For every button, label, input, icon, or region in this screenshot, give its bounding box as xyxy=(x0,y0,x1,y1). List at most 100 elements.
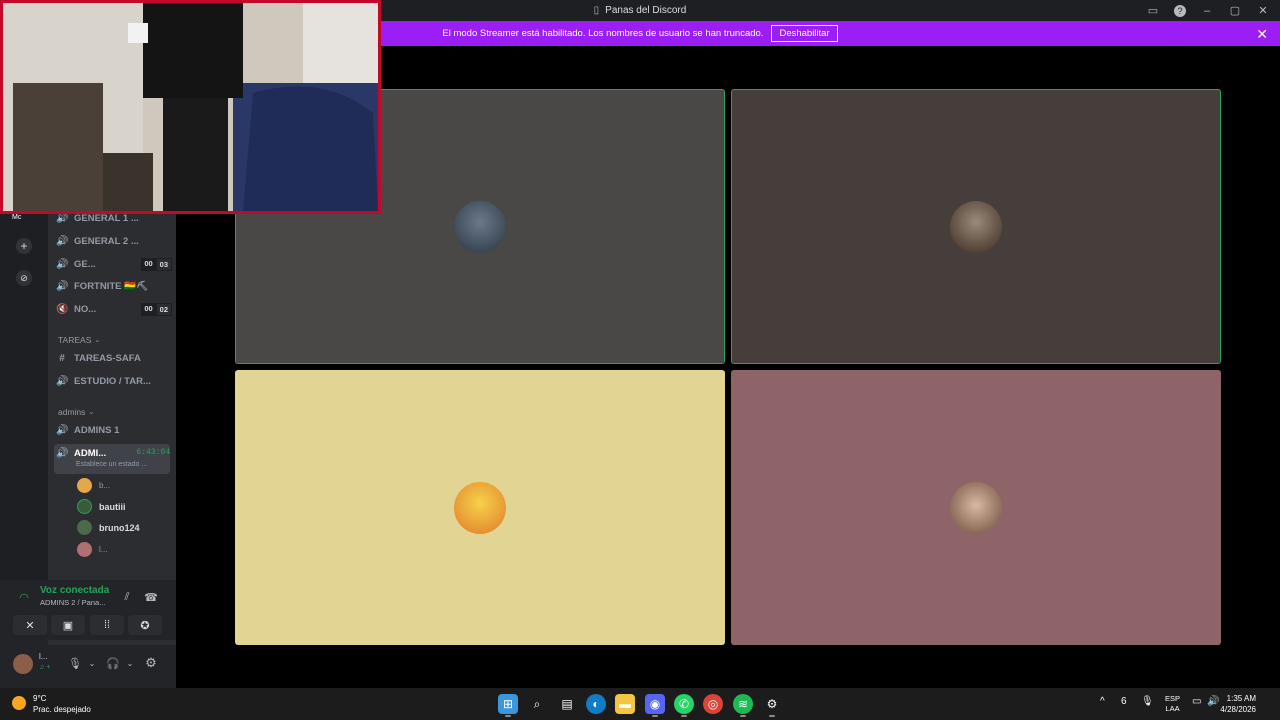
language-indicator[interactable]: ESP LAA xyxy=(1165,694,1180,714)
channel-no[interactable]: 🔇 NO... 00 02 xyxy=(56,299,172,319)
taskbar xyxy=(0,688,1280,720)
channel-admins-2-active[interactable]: 🔊 ADMI... 6:43:04 Establece un estado ..… xyxy=(54,444,170,474)
channel-fortnite[interactable]: 🔊 FORTNITE 🇧🇴⛏ xyxy=(56,276,172,296)
channel-name: TAREAS-SAFA xyxy=(74,352,141,364)
weather-desc[interactable]: Prac. despejado xyxy=(33,705,91,714)
close-icon[interactable]: ✕ xyxy=(1256,26,1268,43)
spotify-icon[interactable]: ≋ xyxy=(733,694,753,714)
gear-app-icon[interactable]: ⚙ xyxy=(762,694,782,714)
avatar xyxy=(950,481,1002,534)
clock[interactable]: 1:35 AM 4/28/2026 xyxy=(1220,693,1256,715)
channel-name: GE... xyxy=(74,258,96,270)
noise-suppression-icon[interactable]: ⫽ xyxy=(120,590,134,604)
window-title: Panas del Discord xyxy=(605,5,687,16)
keyboard-layout: LAA xyxy=(1165,704,1180,713)
channel-tareas-safa[interactable]: # TAREAS-SAFA xyxy=(56,348,172,368)
edge-icon[interactable]: ◐ xyxy=(586,694,606,714)
clock-date: 4/28/2026 xyxy=(1220,705,1256,714)
channel-name: ADMI... xyxy=(74,448,107,459)
network-icon[interactable]: ▭ xyxy=(1192,696,1201,707)
chrome-icon[interactable]: ◎ xyxy=(703,694,723,714)
banner-message: El modo Streamer está habilitado. Los no… xyxy=(442,28,764,39)
speaker-icon: 🔊 xyxy=(56,212,69,224)
signal-icon[interactable]: ◠ xyxy=(17,590,31,604)
microphone-icon[interactable]: 🎙 xyxy=(1141,696,1154,707)
channel-status[interactable]: Establece un estado ... xyxy=(76,461,147,468)
server-abbrev[interactable]: Mc xyxy=(12,214,21,221)
speaker-icon: 🔊 xyxy=(56,235,69,247)
discord-icon[interactable]: ◉ xyxy=(645,694,665,714)
volume-icon[interactable]: 🔊 xyxy=(1207,696,1219,707)
channel-name: FORTNITE 🇧🇴⛏ xyxy=(74,280,149,292)
voice-member[interactable]: bruno124 xyxy=(77,520,140,535)
video-tile[interactable] xyxy=(731,370,1221,645)
avatar xyxy=(77,542,92,557)
maximize-icon[interactable]: ▢ xyxy=(1228,4,1242,18)
channel-name: ADMINS 1 xyxy=(74,424,120,436)
webcam-overlay xyxy=(0,0,381,214)
whatsapp-icon[interactable]: ✆ xyxy=(674,694,694,714)
channel-name: NO... xyxy=(74,303,97,315)
channel-admins-1[interactable]: 🔊 ADMINS 1 xyxy=(56,420,172,440)
video-tile[interactable] xyxy=(731,89,1221,364)
member-name: bautiii xyxy=(99,501,126,512)
screen-share-button[interactable]: ▣ xyxy=(51,615,85,635)
soundboard-button[interactable]: ✪ xyxy=(128,615,162,635)
start-icon[interactable]: ⊞ xyxy=(498,694,518,714)
category-label: TAREAS xyxy=(58,335,92,345)
user-name[interactable]: l... xyxy=(39,652,47,661)
running-indicator xyxy=(681,715,687,717)
add-server-icon[interactable]: + xyxy=(16,238,32,254)
voice-member[interactable]: b... xyxy=(77,478,110,493)
weather-icon[interactable] xyxy=(12,696,26,710)
gear-icon[interactable]: ⚙ xyxy=(144,655,158,670)
help-icon[interactable]: ? xyxy=(1174,4,1186,17)
voice-member[interactable]: bautiii xyxy=(77,499,126,514)
user-count: 00 xyxy=(141,257,156,271)
activities-button[interactable]: ⁞⁞ xyxy=(90,615,124,635)
chevron-down-icon[interactable]: ⌄ xyxy=(85,656,99,670)
member-name: b... xyxy=(99,481,111,490)
disable-streamer-button[interactable]: Deshabilitar xyxy=(771,25,838,42)
close-icon[interactable]: ✕ xyxy=(1256,4,1270,18)
channel-ge[interactable]: 🔊 GE... 00 03 xyxy=(56,254,172,274)
user-count: 00 xyxy=(141,302,156,316)
voice-member[interactable]: l... xyxy=(77,542,107,557)
channel-name: GENERAL 1 ... xyxy=(74,212,139,224)
category-tareas[interactable]: TAREAS ⌄ xyxy=(58,335,100,345)
tray-expand-icon[interactable]: ^ xyxy=(1100,696,1105,707)
member-name: l... xyxy=(99,545,108,554)
avatar xyxy=(77,478,92,493)
inbox-icon[interactable]: ▭ xyxy=(1146,4,1160,18)
microphone-icon[interactable]: 🎙 xyxy=(68,656,82,670)
weather-temp[interactable]: 9°C xyxy=(33,694,46,703)
camera-off-button[interactable]: ✕ xyxy=(13,615,47,635)
voice-channel-sub[interactable]: ADMINS 2 / Pana... xyxy=(40,598,105,607)
discover-icon[interactable]: ⊘ xyxy=(16,270,32,286)
channel-general-2[interactable]: 🔊 GENERAL 2 ... xyxy=(56,231,172,251)
category-label: admins xyxy=(58,407,86,417)
webcam-image xyxy=(3,3,378,211)
headphones-icon[interactable]: 🎧 xyxy=(106,656,120,670)
file-explorer-icon[interactable]: ▬ xyxy=(615,694,635,714)
category-admins[interactable]: admins ⌄ xyxy=(58,407,94,417)
discord-frame-icon: ▯ xyxy=(593,5,600,16)
window-controls: ▭ ? – ▢ ✕ xyxy=(1146,0,1270,21)
window-title-group: ▯ Panas del Discord xyxy=(594,5,687,16)
search-icon[interactable]: ⌕ xyxy=(527,694,547,714)
speaker-icon: 🔊 xyxy=(56,424,69,436)
speaker-icon: 🔊 xyxy=(56,448,69,459)
avatar[interactable] xyxy=(13,654,33,674)
tray-app-icon[interactable]: 6 xyxy=(1121,696,1127,707)
avatar xyxy=(77,499,92,514)
disconnect-icon[interactable]: ☎ xyxy=(144,590,158,604)
speaker-icon: 🔊 xyxy=(56,258,69,270)
minimize-icon[interactable]: – xyxy=(1200,4,1214,18)
chevron-down-icon: ⌄ xyxy=(88,409,95,416)
clock-time: 1:35 AM xyxy=(1226,694,1256,703)
video-tile[interactable] xyxy=(235,370,725,645)
channel-estudio[interactable]: 🔊 ESTUDIO / TAR... xyxy=(56,371,172,391)
chevron-down-icon[interactable]: ⌄ xyxy=(123,656,137,670)
user-limit: 02 xyxy=(155,302,172,316)
task-view-icon[interactable]: ▤ xyxy=(557,694,577,714)
